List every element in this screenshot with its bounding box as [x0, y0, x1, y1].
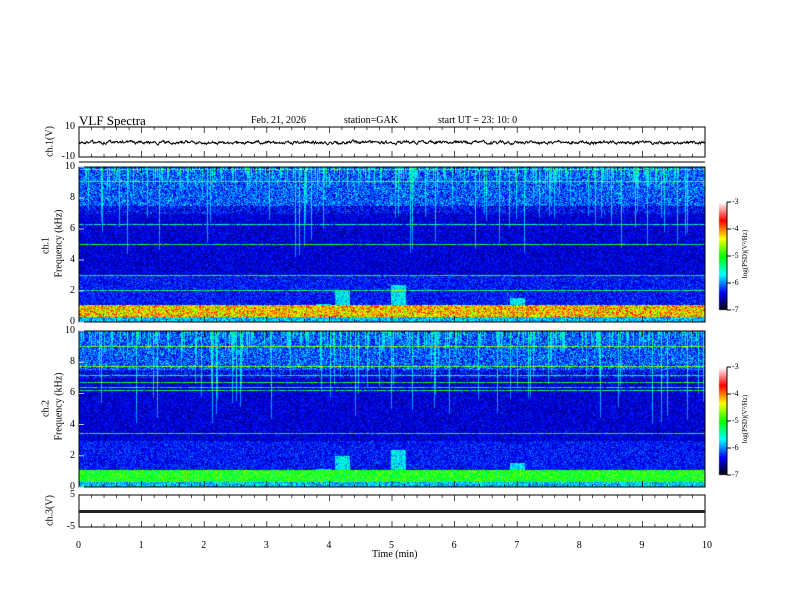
start-ut-label: start UT = 23: 10: 0: [438, 115, 518, 126]
x-axis-label: Time (min): [372, 549, 418, 560]
x-tick-label: 2: [201, 540, 207, 551]
ch1-waveform-ylabel: ch.1(V): [44, 126, 56, 157]
colorbar-tick-label: -7: [732, 470, 739, 479]
x-tick-label: 5: [389, 540, 394, 551]
colorbar-tick-label: -6: [732, 278, 739, 287]
colorbar-tick-label: -6: [732, 443, 739, 452]
ch1-waveform-line: [78, 139, 706, 146]
panel-frame-1: [78, 166, 706, 323]
x-tick-label: 7: [514, 540, 520, 551]
x-tick-label: 9: [639, 540, 645, 551]
y-tick-label: 8: [70, 356, 75, 368]
colorbar-tick-label: -5: [732, 416, 739, 425]
x-tick-label: 4: [326, 540, 332, 551]
y-tick-label: 8: [70, 192, 75, 203]
x-tick-label: 1: [138, 540, 144, 551]
axes-layer: [78, 126, 731, 528]
colorbar1-label: log(PSD)(V²/Hz): [741, 229, 749, 279]
y-tick-label: 6: [70, 223, 75, 234]
y-tick-label: 10: [65, 121, 75, 132]
ch1-label: ch.1: [40, 237, 52, 254]
ch3-waveform-ylabel: ch.3(V): [44, 495, 56, 526]
y-tick-label: 4: [70, 254, 75, 265]
ch3-waveform-line: [79, 510, 705, 513]
figure-title: VLF Spectra: [79, 113, 146, 128]
y-tick-label: -10: [61, 151, 75, 162]
colorbar-tick-label: -3: [732, 197, 739, 206]
ch2-frequency-ylabel: Frequency (kHz): [53, 372, 65, 441]
ch1-frequency-ylabel: Frequency (kHz): [53, 209, 65, 278]
ch2-label: ch.2: [40, 400, 52, 417]
panel-frame-2: [78, 330, 706, 488]
y-tick-label: 10: [65, 325, 75, 336]
y-tick-label: 2: [70, 449, 75, 461]
x-tick-label: 3: [263, 540, 269, 551]
colorbar-tick-label: -4: [732, 224, 739, 233]
date-label: Feb. 21, 2026: [251, 115, 306, 126]
y-tick-label: -5: [66, 521, 75, 532]
colorbar-tick-label: -5: [732, 251, 739, 260]
colorbar-tick-label: -4: [732, 389, 739, 398]
station-label: station=GAK: [344, 115, 398, 126]
y-tick-label: 4: [70, 418, 75, 430]
colorbar-tick-label: -3: [732, 362, 739, 371]
y-tick-label: 6: [70, 387, 75, 399]
x-tick-label: 6: [451, 540, 457, 551]
vlf-spectra-figure: VLF Spectra Feb. 21, 2026 station=GAK st…: [0, 0, 792, 612]
y-tick-label: 10: [65, 161, 75, 172]
x-tick-label: 8: [576, 540, 582, 551]
x-tick-label: 10: [702, 540, 712, 551]
x-tick-label: 0: [76, 540, 81, 551]
y-tick-label: 2: [70, 285, 75, 296]
y-tick-label: 5: [70, 489, 75, 500]
colorbar2-label: log(PSD)(V²/Hz): [741, 394, 749, 444]
colorbar-tick-label: -7: [732, 305, 739, 314]
